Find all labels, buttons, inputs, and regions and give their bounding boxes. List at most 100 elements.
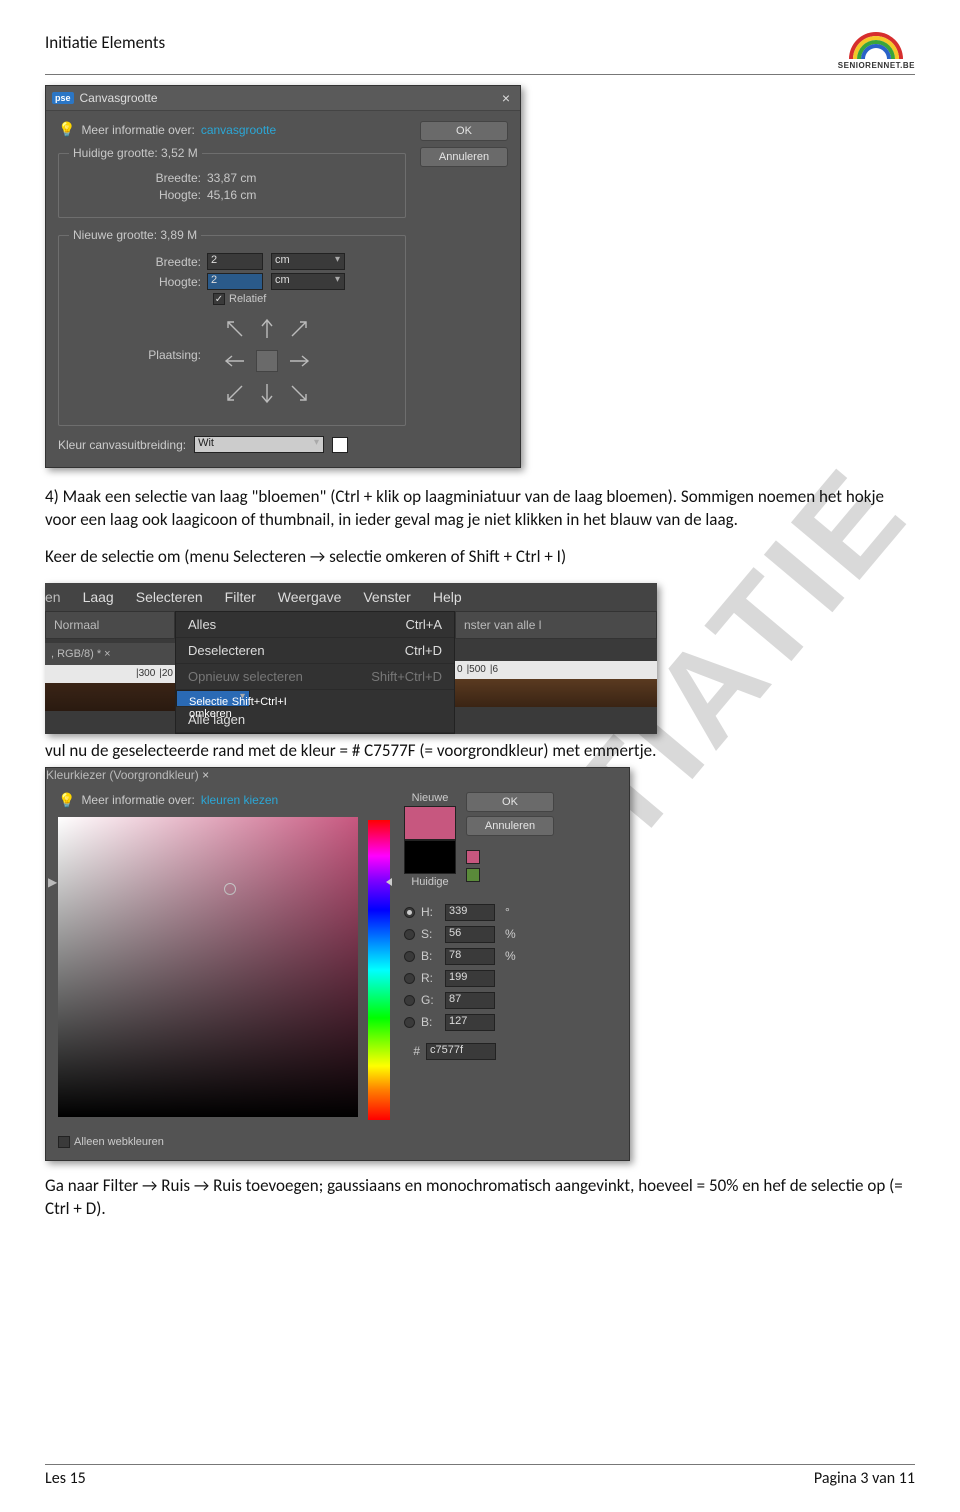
new-width-input[interactable]: 2 [207,253,263,270]
color-field-r[interactable]: R: 199 [404,970,617,987]
radio-icon[interactable] [404,995,415,1006]
menu-item-deselecteren[interactable]: DeselecterenCtrl+D [176,638,454,664]
close-icon[interactable]: × [202,768,209,782]
cur-height-value: 45,16 cm [207,188,277,202]
color-field-b[interactable]: B:78% [404,948,617,965]
ext-swatch-icon[interactable] [332,437,348,453]
hue-slider[interactable] [368,820,390,1120]
color-field-h[interactable]: H: 339 ° [404,904,617,921]
menu-item-alles[interactable]: AllesCtrl+A [176,612,454,638]
menu-item[interactable]: Weergave [278,589,342,605]
ext-color-select[interactable]: Wit [194,436,324,453]
color-picker-dialog: Kleurkiezer (Voorgrondkleur) × 💡 Meer in… [45,767,630,1161]
arrow-n-icon[interactable] [254,316,280,342]
ok-button[interactable]: OK [466,792,554,812]
menu-item[interactable]: Venster [363,589,410,605]
current-size-legend: Huidige grootte: 3,52 M [69,146,202,160]
document-footer: Les 15 Pagina 3 van 11 [45,1464,915,1488]
field-label: H: [421,905,439,919]
info-prefix: Meer informatie over: [81,793,194,807]
new-color-swatch [404,806,456,840]
tiny-swatch-icon[interactable] [466,850,480,864]
ext-label: Kleur canvasuitbreiding: [58,438,186,452]
anchor-grid[interactable] [207,314,327,408]
blend-mode-select[interactable]: Normaal [45,611,175,639]
anchor-center[interactable] [256,350,278,372]
field-label: G: [421,993,439,1007]
current-color-swatch [404,840,456,874]
radio-icon[interactable] [404,1017,415,1028]
footer-left: Les 15 [45,1469,86,1488]
field-input[interactable]: 87 [445,992,495,1009]
new-swatch-label: Nieuwe [412,792,449,804]
field-label: B: [421,1015,439,1029]
arrow-s-icon[interactable] [254,380,280,406]
canvas-preview [45,683,175,711]
radio-icon[interactable] [404,973,415,984]
lightbulb-icon: 💡 [58,792,75,809]
cancel-button[interactable]: Annuleren [466,816,554,836]
color-field-s[interactable]: S:56% [404,926,617,943]
radio-icon[interactable] [404,929,415,940]
saturation-brightness-field[interactable] [58,817,358,1117]
cur-width-value: 33,87 cm [207,171,277,185]
info-link[interactable]: kleuren kiezen [201,793,278,807]
menu-item[interactable]: en [45,589,61,605]
field-unit: ° [505,905,510,919]
cur-width-label: Breedte: [129,171,207,185]
arrow-w-icon[interactable] [222,348,248,374]
menu-item-selectie-omkeren[interactable]: Selectie omkerenShift+Ctrl+I [176,690,250,707]
ok-button[interactable]: OK [420,121,508,141]
new-size-legend: Nieuwe grootte: 3,89 M [69,228,201,242]
arrow-sw-icon[interactable] [222,380,248,406]
hex-input[interactable]: c7577f [426,1043,496,1060]
field-input[interactable]: 339 [445,904,495,921]
arrow-se-icon[interactable] [286,380,312,406]
new-height-input[interactable]: 2 [207,273,263,290]
color-field-g[interactable]: G: 87 [404,992,617,1009]
width-unit-select[interactable]: cm [271,253,345,270]
field-label: R: [421,971,439,985]
menu-item[interactable]: Help [433,589,462,605]
document-tab[interactable]: , RGB/8) * × [45,643,175,665]
picker-title: Kleurkiezer (Voorgrondkleur) [46,768,199,782]
web-only-label: Alleen webkleuren [74,1136,164,1148]
dialog-titlebar[interactable]: pse Canvasgrootte × [46,86,520,111]
field-unit: % [505,949,516,963]
dialog-titlebar[interactable]: Kleurkiezer (Voorgrondkleur) × [46,768,629,782]
height-unit-select[interactable]: cm [271,273,345,290]
paragraph-2: Keer de selectie om (menu Selecteren → s… [45,546,915,569]
cur-height-label: Hoogte: [129,188,207,202]
field-input[interactable]: 56 [445,926,495,943]
pse-badge-icon: pse [52,92,74,104]
color-field-b[interactable]: B: 127 [404,1014,617,1031]
current-swatch-label: Huidige [411,876,448,888]
web-only-checkbox[interactable]: Alleen webkleuren [58,1136,164,1148]
field-input[interactable]: 199 [445,970,495,987]
close-icon[interactable]: × [498,90,514,106]
field-input[interactable]: 127 [445,1014,495,1031]
paragraph-4: Ga naar Filter → Ruis → Ruis toevoegen; … [45,1175,915,1221]
new-size-group: Nieuwe grootte: 3,89 M Breedte: 2 cm Hoo… [58,228,406,426]
arrow-nw-icon[interactable] [222,316,248,342]
arrow-ne-icon[interactable] [286,316,312,342]
info-link[interactable]: canvasgrootte [201,123,276,137]
radio-icon[interactable] [404,907,415,918]
relative-label: Relatief [229,293,266,305]
new-height-label: Hoogte: [129,275,207,289]
radio-icon[interactable] [404,951,415,962]
field-input[interactable]: 78 [445,948,495,965]
tiny-swatch-icon[interactable] [466,868,480,882]
menu-item[interactable]: Laag [83,589,114,605]
menu-item[interactable]: Selecteren [136,589,203,605]
cancel-button[interactable]: Annuleren [420,147,508,167]
field-cursor-icon [224,883,236,895]
lightbulb-icon: 💡 [58,121,75,138]
arrow-e-icon[interactable] [286,348,312,374]
relative-checkbox[interactable]: ✓ Relatief [213,293,266,305]
menu-item[interactable]: Filter [225,589,256,605]
hex-label: # [404,1044,420,1058]
current-size-group: Huidige grootte: 3,52 M Breedte: 33,87 c… [58,146,406,218]
field-pointer-icon: ▶ [48,875,57,889]
paragraph-3: vul nu de geselecteerde rand met de kleu… [45,740,915,763]
